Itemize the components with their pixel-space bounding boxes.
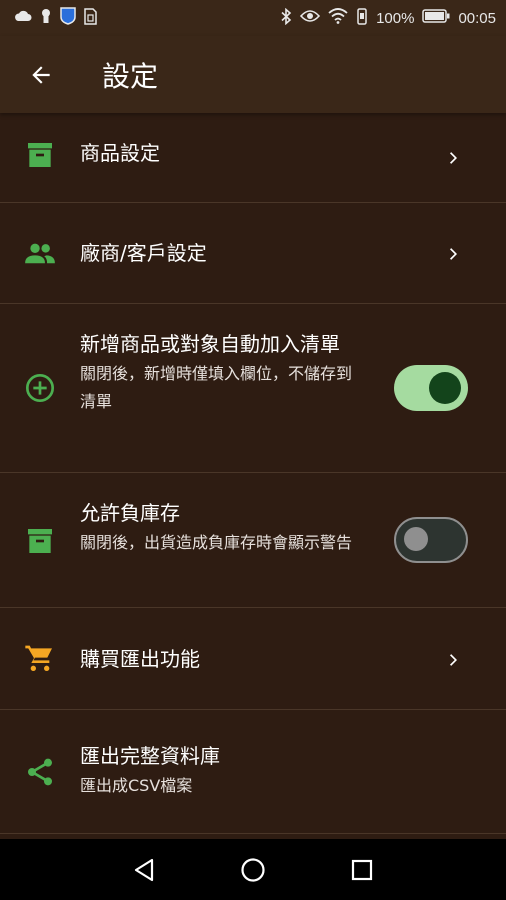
archive-icon bbox=[22, 523, 58, 559]
negative-stock-toggle[interactable] bbox=[394, 517, 468, 563]
nav-recents-button[interactable] bbox=[342, 850, 382, 890]
setting-auto-add-list[interactable]: 新增商品或對象自動加入清單 關閉後，新增時僅填入欄位，不儲存到清單 bbox=[0, 304, 506, 473]
setting-text: 匯出完整資料庫 匯出成CSV檔案 bbox=[80, 740, 406, 800]
setting-title: 匯出完整資料庫 bbox=[80, 744, 220, 768]
setting-allow-negative-stock[interactable]: 允許負庫存 關閉後，出貨造成負庫存時會顯示警告 bbox=[0, 473, 506, 608]
setting-subtitle: 關閉後，新增時僅填入欄位，不儲存到清單 bbox=[80, 364, 353, 411]
chevron-right-icon bbox=[442, 242, 466, 266]
setting-text: 廠商/客戶設定 bbox=[80, 237, 406, 269]
toggle-knob bbox=[404, 527, 428, 551]
setting-text: 商品設定 bbox=[80, 137, 406, 169]
setting-export-database[interactable]: 匯出完整資料庫 匯出成CSV檔案 bbox=[0, 710, 506, 834]
setting-buy-export[interactable]: 購買匯出功能 bbox=[0, 608, 506, 710]
cart-icon bbox=[22, 641, 58, 677]
arrow-left-icon bbox=[32, 65, 50, 84]
navigation-bar bbox=[0, 839, 506, 900]
nav-back-icon bbox=[135, 858, 154, 881]
setting-title: 購買匯出功能 bbox=[80, 647, 200, 671]
setting-title: 商品設定 bbox=[80, 141, 160, 165]
toggle-knob bbox=[429, 372, 461, 404]
settings-list: 商品設定 廠商/客戶設定 新增商品或對象自動加入清單 關閉後，新增時僅填入欄位，… bbox=[0, 113, 506, 834]
add-circle-icon bbox=[22, 370, 58, 406]
status-bar: 100% 00:05 bbox=[0, 0, 506, 36]
status-time: 00:05 bbox=[458, 9, 496, 27]
app-bar: 設定 bbox=[0, 36, 506, 113]
setting-text: 允許負庫存 關閉後，出貨造成負庫存時會顯示警告 bbox=[80, 497, 366, 557]
setting-subtitle: 關閉後，出貨造成負庫存時會顯示警告 bbox=[80, 533, 353, 552]
share-icon bbox=[22, 754, 58, 790]
status-bar-right: 100% 00:05 bbox=[280, 7, 496, 29]
battery-percent: 100% bbox=[376, 9, 415, 27]
nav-back-button[interactable] bbox=[124, 850, 164, 890]
people-icon bbox=[22, 236, 58, 272]
status-bar-left bbox=[14, 7, 97, 29]
nav-home-icon bbox=[241, 857, 265, 882]
nav-home-button[interactable] bbox=[233, 850, 273, 890]
page-title: 設定 bbox=[102, 59, 159, 93]
setting-title: 廠商/客戶設定 bbox=[80, 241, 207, 265]
cloud-icon bbox=[14, 10, 32, 26]
shield-icon bbox=[60, 7, 76, 29]
back-button[interactable] bbox=[16, 50, 66, 100]
keyhole-icon bbox=[40, 8, 52, 28]
eye-icon bbox=[300, 9, 321, 27]
vibrate-icon bbox=[356, 7, 368, 29]
setting-text: 新增商品或對象自動加入清單 關閉後，新增時僅填入欄位，不儲存到清單 bbox=[80, 328, 366, 416]
setting-title: 允許負庫存 bbox=[80, 501, 180, 525]
battery-icon bbox=[422, 9, 450, 27]
chevron-right-icon bbox=[442, 648, 466, 672]
setting-vendor-customer-settings[interactable]: 廠商/客戶設定 bbox=[0, 203, 506, 304]
archive-icon bbox=[22, 137, 58, 173]
wifi-icon bbox=[328, 8, 348, 28]
sim-icon bbox=[84, 7, 97, 29]
setting-subtitle: 匯出成CSV檔案 bbox=[80, 776, 193, 795]
setting-title: 新增商品或對象自動加入清單 bbox=[80, 332, 340, 356]
chevron-right-icon bbox=[442, 146, 466, 170]
nav-recents-icon bbox=[351, 859, 372, 880]
setting-product-settings[interactable]: 商品設定 bbox=[0, 113, 506, 203]
auto-add-toggle[interactable] bbox=[394, 365, 468, 411]
bluetooth-icon bbox=[280, 7, 292, 29]
setting-text: 購買匯出功能 bbox=[80, 643, 406, 675]
